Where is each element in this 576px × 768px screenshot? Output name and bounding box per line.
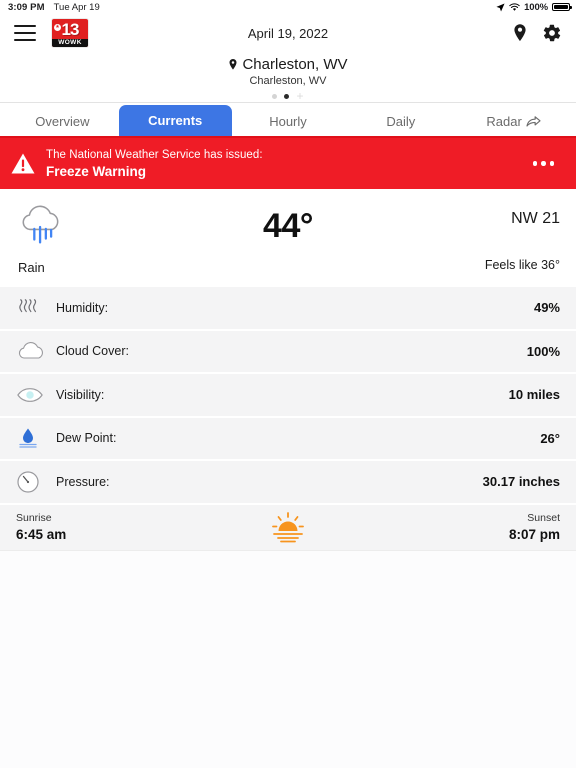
tab-currents[interactable]: Currents (118, 105, 232, 136)
tab-radar-label: Radar (486, 114, 522, 129)
overflow-menu-icon[interactable] (525, 153, 563, 174)
sunrise-group: Sunrise 6:45 am (16, 511, 66, 543)
logo-callsign: WOWK (52, 39, 88, 47)
detail-value-dew-point: 26° (540, 430, 560, 446)
detail-label-humidity: Humidity: (56, 300, 109, 315)
tab-daily[interactable]: Daily (344, 107, 457, 136)
weather-alert-banner[interactable]: The National Weather Service has issued:… (0, 136, 576, 189)
location-header[interactable]: Charleston, WV Charleston, WV + (0, 52, 576, 103)
detail-label-pressure: Pressure: (56, 474, 110, 489)
gear-icon[interactable] (542, 23, 562, 43)
detail-label-visibility: Visibility: (56, 387, 105, 402)
tab-currents-label: Currents (148, 113, 203, 128)
detail-rows: Humidity: 49% Cloud Cover: 100% Visibili… (0, 287, 576, 505)
detail-row-pressure: Pressure: 30.17 inches (0, 461, 576, 505)
location-primary-row: Charleston, WV (228, 56, 348, 73)
tab-overview[interactable]: Overview (6, 107, 119, 136)
battery-percent: 100% (524, 1, 548, 13)
tab-radar[interactable]: Radar (457, 107, 570, 136)
section-tabs: Overview Currents Hourly Daily Radar (0, 103, 576, 136)
sunrise-label: Sunrise (16, 512, 52, 524)
logo-channel-number: 13 (61, 20, 80, 39)
sunrise-sunset-row: Sunrise 6:45 am Sunset 8:07 pm (0, 504, 576, 551)
pressure-gauge-icon (16, 469, 46, 495)
detail-row-visibility: Visibility: 10 miles (0, 374, 576, 418)
detail-value-cloud-cover: 100% (526, 343, 560, 359)
location-pin-icon (229, 59, 237, 70)
detail-value-humidity: 49% (533, 300, 560, 316)
empty-content-area (0, 550, 576, 768)
tab-hourly[interactable]: Hourly (232, 107, 345, 136)
wowk-logo[interactable]: ★ 13 WOWK (52, 19, 88, 47)
status-time: 3:09 PM (8, 1, 45, 13)
sunrise-time: 6:45 am (16, 527, 67, 542)
sunset-time: 8:07 pm (508, 527, 560, 542)
tab-overview-label: Overview (35, 114, 90, 129)
location-pager[interactable]: + (272, 90, 304, 102)
add-location-button[interactable]: + (296, 90, 303, 102)
alert-text-group: The National Weather Service has issued:… (46, 149, 263, 179)
alert-title: Freeze Warning (46, 163, 147, 179)
location-arrow-icon (496, 2, 505, 11)
current-temperature: 44° (263, 207, 313, 245)
pager-dot-1[interactable] (272, 93, 278, 99)
detail-row-humidity: Humidity: 49% (0, 287, 576, 331)
tab-hourly-label: Hourly (269, 114, 307, 129)
cloud-icon (16, 338, 46, 364)
location-secondary-name: Charleston, WV (249, 75, 327, 87)
status-right-cluster: 100% (496, 1, 572, 13)
location-pin-icon[interactable] (512, 23, 528, 43)
sunset-label: Sunset (527, 512, 560, 524)
detail-row-cloud-cover: Cloud Cover: 100% (0, 330, 576, 374)
sunrise-icon (272, 511, 304, 542)
pager-dot-2[interactable] (284, 93, 290, 99)
detail-label-dew-point: Dew Point: (56, 431, 117, 446)
humidity-waves-icon (16, 295, 46, 321)
app-navbar: ★ 13 WOWK April 19, 2022 (0, 14, 576, 52)
external-link-arrow-icon (526, 116, 541, 127)
ios-status-bar: 3:09 PM Tue Apr 19 100% (0, 0, 576, 14)
logo-star-icon: ★ (54, 24, 61, 31)
detail-row-dew-point: Dew Point: 26° (0, 417, 576, 461)
weather-app: 3:09 PM Tue Apr 19 100% ★ 13 WOWK April … (0, 0, 576, 768)
status-date: Tue Apr 19 (53, 1, 100, 13)
battery-icon (552, 2, 572, 12)
detail-value-pressure: 30.17 inches (482, 474, 560, 490)
alert-issuer-text: The National Weather Service has issued: (46, 148, 263, 161)
tab-daily-label: Daily (386, 114, 416, 129)
detail-label-cloud-cover: Cloud Cover: (56, 344, 129, 359)
water-droplet-icon (16, 425, 46, 451)
wifi-icon (509, 2, 520, 11)
current-feels-like: Feels like 36° (484, 258, 560, 272)
navbar-actions (512, 23, 562, 43)
current-conditions: Rain 44° NW 21 Feels like 36° (0, 189, 576, 287)
warning-triangle-icon (11, 153, 35, 173)
detail-value-visibility: 10 miles (508, 387, 560, 403)
current-condition-label: Rain (18, 259, 45, 275)
sunset-group: Sunset 8:07 pm (509, 511, 560, 543)
location-primary-name: Charleston, WV (242, 56, 348, 73)
eye-visibility-icon (16, 382, 46, 408)
hamburger-menu-icon[interactable] (14, 25, 36, 41)
